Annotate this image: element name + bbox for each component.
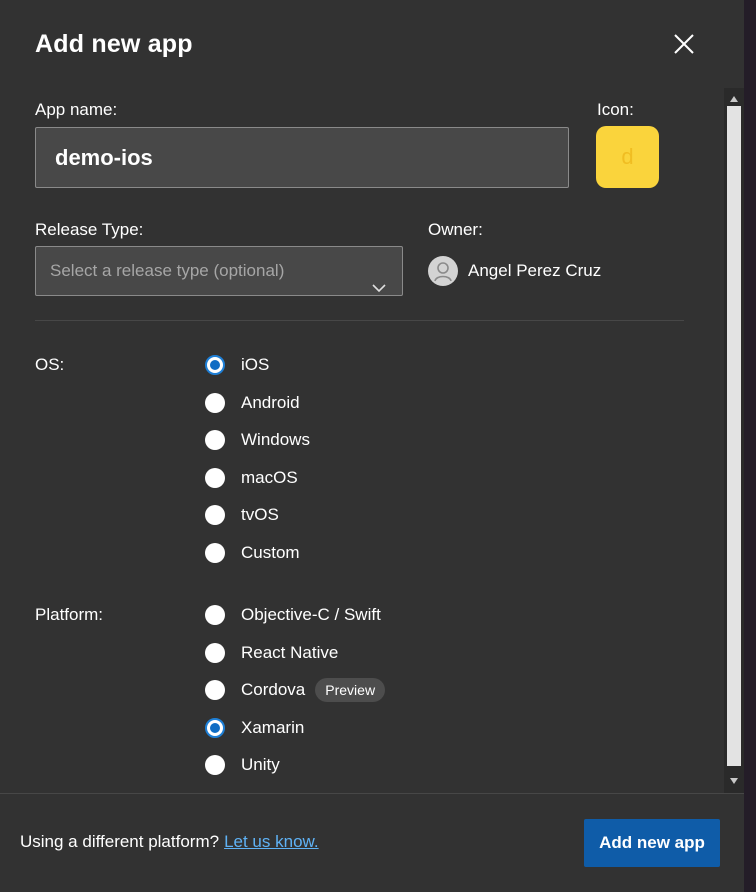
platform-option-react-native[interactable]: React Native	[205, 641, 338, 665]
platform-option-label: Cordova	[241, 680, 306, 699]
os-option-label: Custom	[241, 543, 300, 562]
release-type-label: Release Type:	[35, 220, 144, 239]
os-option-windows[interactable]: Windows	[205, 428, 310, 452]
platform-option-xamarin[interactable]: Xamarin	[205, 716, 304, 740]
app-name-label: App name:	[35, 100, 118, 119]
radio-unchecked[interactable]	[205, 430, 225, 450]
owner-label: Owner:	[428, 220, 483, 239]
add-app-dialog: Add new app App name: Icon: demo-ios d R…	[0, 0, 744, 892]
app-icon-letter: d	[621, 144, 634, 169]
add-new-app-button[interactable]: Add new app	[584, 819, 720, 867]
owner-info: Angel Perez Cruz	[428, 255, 601, 287]
platform-option-label: React Native	[241, 643, 339, 662]
os-option-label: macOS	[241, 468, 298, 487]
release-type-select[interactable]: Select a release type (optional)	[35, 246, 403, 296]
app-name-input[interactable]: demo-ios	[35, 127, 569, 188]
avatar	[428, 256, 458, 286]
os-option-macos[interactable]: macOS	[205, 466, 298, 490]
radio-unchecked[interactable]	[205, 643, 225, 663]
footer-prompt-text: Using a different platform?	[20, 832, 220, 851]
scrollbar-thumb[interactable]	[727, 106, 741, 766]
radio-unchecked[interactable]	[205, 680, 225, 700]
vertical-scrollbar[interactable]	[724, 88, 744, 793]
os-option-tvos[interactable]: tvOS	[205, 503, 279, 527]
os-label: OS:	[35, 355, 65, 374]
section-divider	[35, 320, 684, 321]
os-option-label: iOS	[241, 355, 270, 374]
platform-option-unity[interactable]: Unity	[205, 753, 280, 777]
release-type-placeholder: Select a release type (optional)	[50, 261, 285, 280]
os-option-label: Windows	[241, 430, 310, 449]
radio-unchecked[interactable]	[205, 755, 225, 775]
radio-checked[interactable]	[205, 355, 225, 375]
preview-badge: Preview	[315, 678, 386, 702]
feedback-link[interactable]: Let us know.	[224, 832, 319, 851]
radio-unchecked[interactable]	[205, 393, 225, 413]
os-option-label: Android	[241, 393, 300, 412]
os-option-ios[interactable]: iOS	[205, 353, 269, 377]
platform-option-objc-swift[interactable]: Objective-C / Swift	[205, 603, 381, 627]
app-icon-picker[interactable]: d	[596, 126, 659, 188]
radio-unchecked[interactable]	[205, 505, 225, 525]
radio-unchecked[interactable]	[205, 468, 225, 488]
dialog-title: Add new app	[35, 30, 193, 58]
os-option-label: tvOS	[241, 505, 279, 524]
scroll-down-icon[interactable]	[730, 778, 738, 784]
os-option-android[interactable]: Android	[205, 391, 300, 415]
footer-prompt: Using a different platform? Let us know.	[20, 832, 319, 852]
dialog-scroll-area: App name: Icon: demo-ios d Release Type:…	[0, 88, 744, 793]
icon-label: Icon:	[597, 100, 634, 119]
footer-divider	[0, 793, 744, 794]
close-icon[interactable]	[670, 30, 698, 58]
platform-option-label: Xamarin	[241, 718, 305, 737]
radio-checked[interactable]	[205, 718, 225, 738]
background-edge	[744, 0, 756, 892]
os-option-custom[interactable]: Custom	[205, 541, 300, 565]
platform-option-label: Unity	[241, 755, 280, 774]
chevron-down-icon	[372, 264, 386, 312]
platform-option-label: Objective-C / Swift	[241, 605, 381, 624]
scroll-up-icon[interactable]	[730, 96, 738, 102]
platform-label: Platform:	[35, 605, 104, 624]
radio-unchecked[interactable]	[205, 605, 225, 625]
owner-name: Angel Perez Cruz	[468, 261, 602, 280]
platform-option-cordova[interactable]: Cordova Preview	[205, 678, 386, 702]
radio-unchecked[interactable]	[205, 543, 225, 563]
